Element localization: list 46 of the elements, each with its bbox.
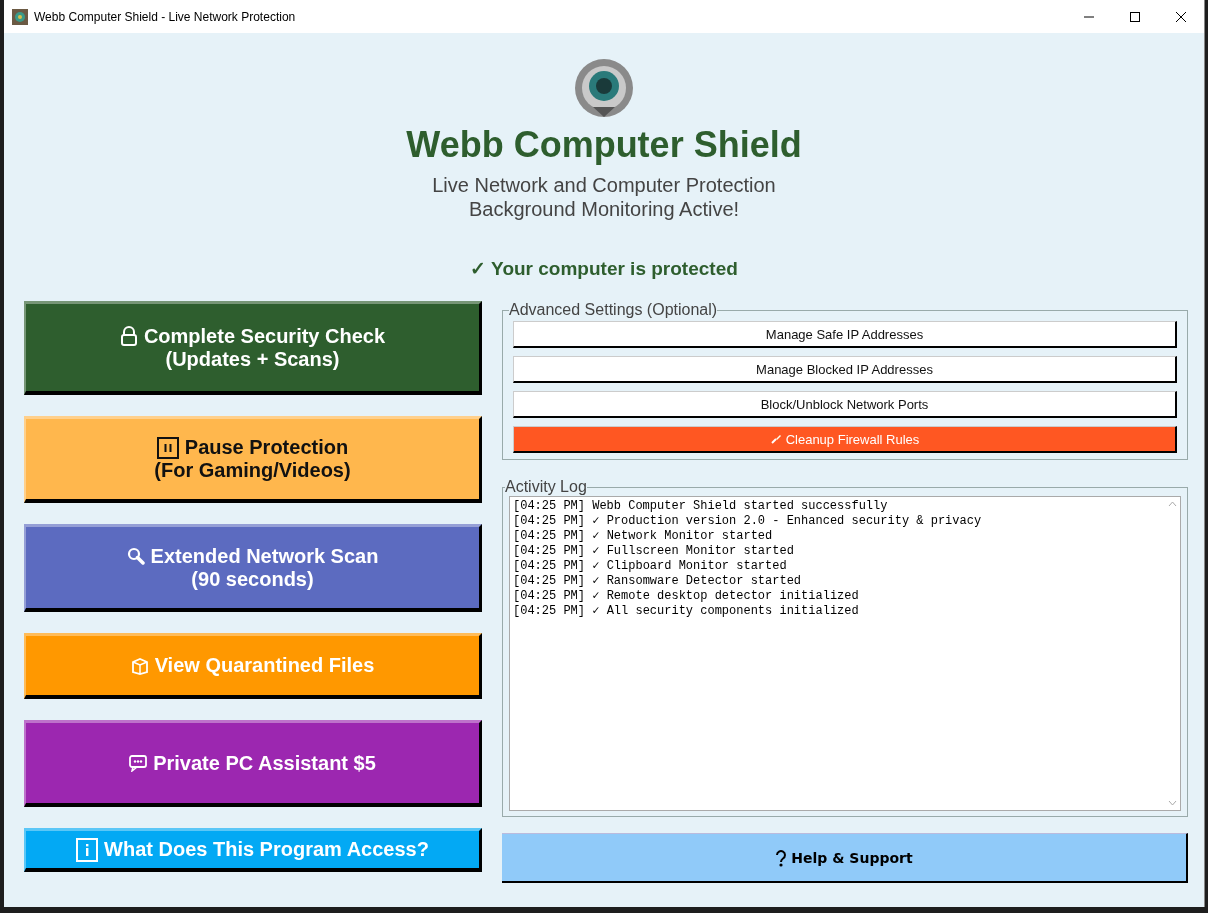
help-button[interactable]: Help & Support [502, 833, 1188, 883]
button-label: Extended Network Scan [150, 544, 379, 568]
button-label: What Does This Program Access? [104, 838, 429, 861]
log-line: [04:25 PM] ✓ Remote desktop detector initialized [513, 589, 860, 604]
log-line: [04:25 PM] Webb Computer Shield started successfully [513, 499, 889, 514]
subtitle-text: Live Network and Computer Protection [432, 173, 776, 197]
log-line: [04:25 PM] ✓ Fullscreen Monitor started [513, 544, 795, 559]
group-title: Activity Log [505, 478, 587, 496]
button-label: View Quarantined Files [154, 654, 375, 677]
button-label: Pause Protection [184, 436, 349, 459]
settings-button[interactable]: Manage Blocked IP Addresses [513, 356, 1177, 383]
button-label: (For Gaming/Videos) [154, 459, 351, 482]
subtitle-text: Background Monitoring Active! [468, 197, 740, 221]
scroll-down-icon [1167, 800, 1177, 806]
scroll-up-icon [1167, 501, 1177, 507]
info-icon [76, 837, 99, 862]
app-icon [12, 8, 28, 25]
group-title: Advanced Settings (Optional) [509, 301, 718, 319]
close-icon[interactable] [1175, 10, 1187, 23]
settings-button[interactable]: Block/Unblock Network Ports [513, 391, 1177, 418]
network-scan-button[interactable]: Extended Network Scan (90 seconds) [24, 524, 482, 612]
settings-button[interactable]: Manage Safe IP Addresses [513, 321, 1177, 348]
box-icon [130, 656, 149, 675]
log-line: [04:25 PM] ✓ Production version 2.0 - Enhanced security & privacy [513, 514, 983, 529]
button-label: (90 seconds) [191, 567, 314, 591]
broom-icon [769, 433, 782, 445]
pause-protection-button[interactable]: Pause Protection (For Gaming/Videos) [24, 416, 482, 503]
log-line: [04:25 PM] ✓ All security components initialized [513, 604, 860, 619]
window-title: Webb Computer Shield - Live Network Protection [34, 9, 297, 24]
button-label: Complete Security Check [143, 324, 386, 348]
chat-bubble-icon [129, 754, 148, 772]
security-check-button[interactable]: Complete Security Check (Updates + Scans) [24, 301, 482, 395]
search-icon [126, 547, 145, 565]
shield-logo [573, 57, 635, 119]
question-icon [775, 848, 788, 867]
app-title: Webb Computer Shield [406, 123, 802, 167]
log-line: [04:25 PM] ✓ Network Monitor started [513, 529, 774, 544]
assistant-button[interactable]: Private PC Assistant $5 [24, 720, 482, 807]
maximize-icon[interactable] [1129, 10, 1141, 23]
pause-icon [156, 436, 179, 459]
button-label: Private PC Assistant $5 [153, 751, 376, 775]
button-label: (Updates + Scans) [165, 347, 340, 371]
protection-status: ✓ Your computer is protected [470, 257, 738, 281]
lock-icon [119, 326, 138, 346]
log-line: [04:25 PM] ✓ Clipboard Monitor started [513, 559, 788, 574]
log-line: [04:25 PM] ✓ Ransomware Detector started [513, 574, 803, 589]
